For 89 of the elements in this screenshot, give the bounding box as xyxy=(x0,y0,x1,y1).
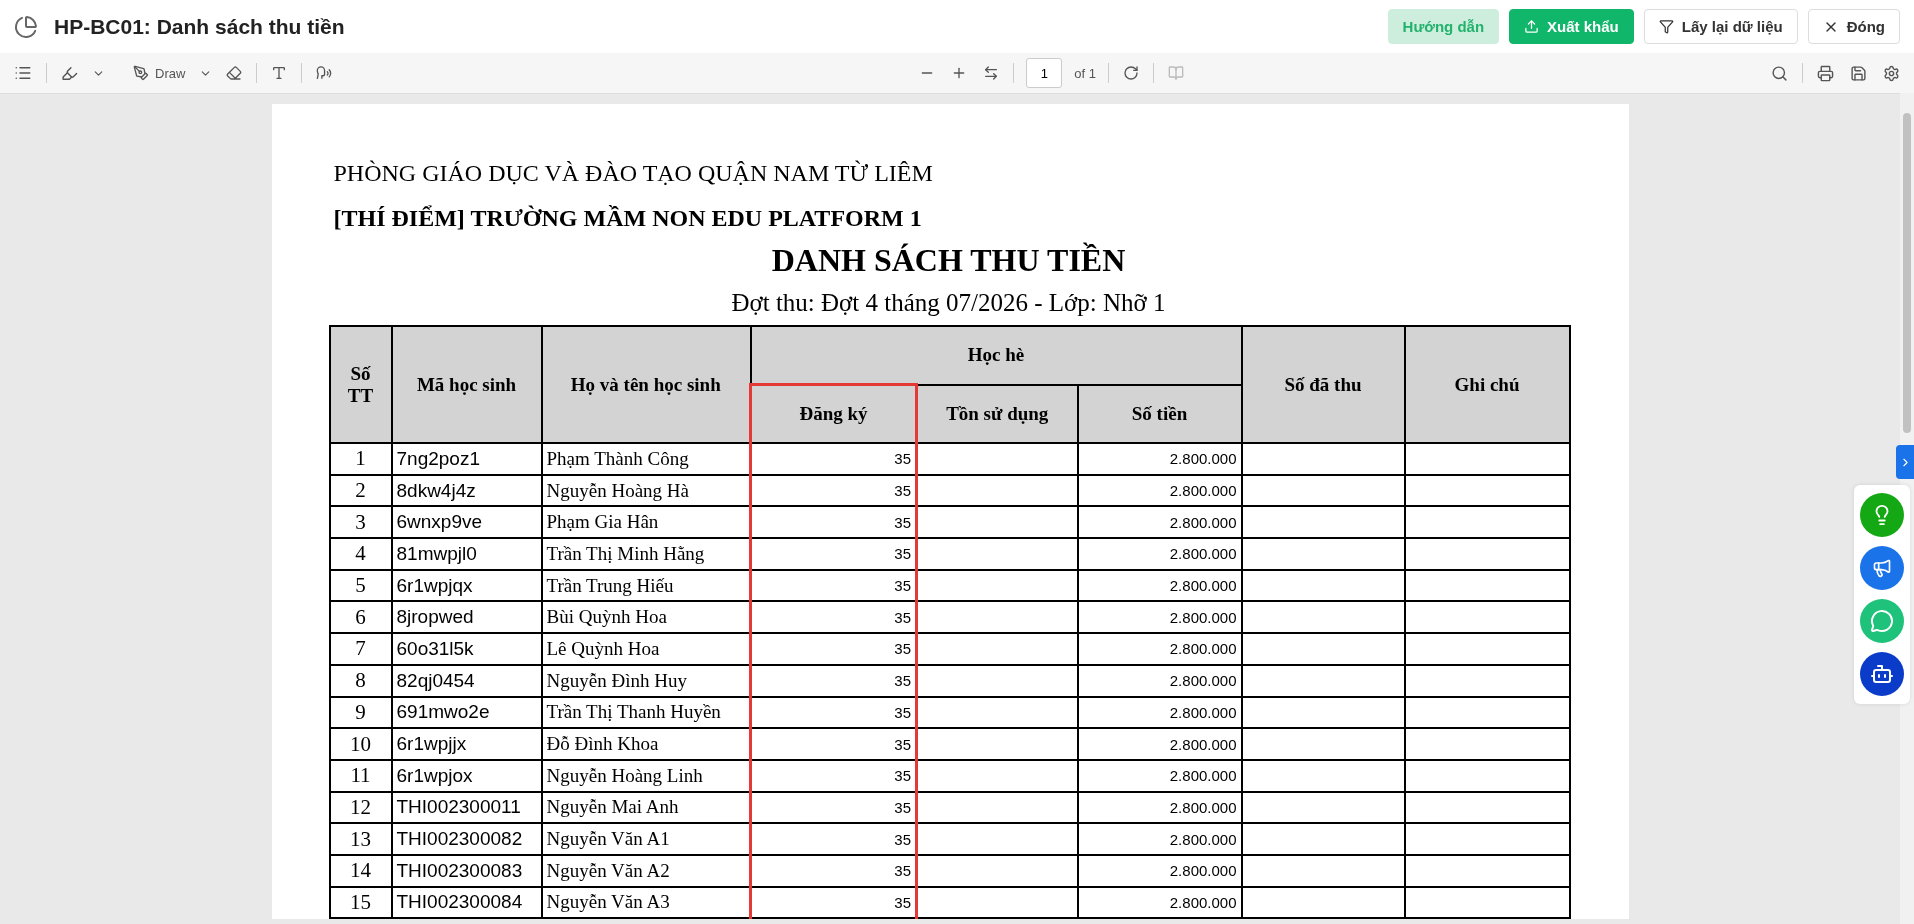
student-code-cell: THI002300082 xyxy=(391,823,542,855)
pie-chart-icon xyxy=(14,14,38,39)
index-cell: 2 xyxy=(329,474,392,507)
table-cell: 35 xyxy=(750,443,917,475)
document-heading: [THÍ ĐIỂM] TRƯỜNG MẦM NON EDU PLATFORM 1 xyxy=(332,205,923,232)
table-cell: 35 xyxy=(750,664,917,697)
student-code-cell: 691mwo2e xyxy=(391,696,542,729)
student-code-cell: 81mwpjl0 xyxy=(391,538,542,570)
index-cell: 6 xyxy=(329,601,392,634)
index-cell: 11 xyxy=(329,759,392,792)
table-cell: 35 xyxy=(750,728,917,760)
amount-cell: 2.800.000 xyxy=(1077,443,1242,475)
document-heading: DANH SÁCH THU TIỀN xyxy=(770,242,1127,279)
column-header: Mã học sinh xyxy=(391,326,542,443)
column-header: Số TT xyxy=(329,326,392,443)
index-cell: 12 xyxy=(329,791,392,824)
table-cell: 35 xyxy=(750,696,917,729)
student-code-cell: 8dkw4j4z xyxy=(391,474,542,507)
document-heading: PHÒNG GIÁO DỤC VÀ ĐÀO TẠO QUẬN NAM TỪ LIÊM xyxy=(332,160,934,187)
amount-cell: 2.800.000 xyxy=(1077,696,1242,729)
table-cell: 35 xyxy=(750,791,917,824)
student-code-cell: 8jropwed xyxy=(391,601,542,634)
table-cell: 35 xyxy=(750,538,917,570)
student-code-cell: 6wnxp9ve xyxy=(391,506,542,539)
amount-cell: 2.800.000 xyxy=(1077,728,1242,760)
megaphone-icon[interactable] xyxy=(1860,546,1904,590)
scrollbar-thumb[interactable] xyxy=(1903,113,1911,433)
amount-cell: 2.800.000 xyxy=(1077,886,1242,919)
table-cell: 35 xyxy=(750,759,917,792)
rotate-icon[interactable] xyxy=(1121,63,1141,83)
index-cell: 14 xyxy=(329,854,392,887)
index-cell: 1 xyxy=(329,443,392,475)
amount-cell: 2.800.000 xyxy=(1077,791,1242,824)
amount-cell: 2.800.000 xyxy=(1077,854,1242,887)
student-code-cell: 82qj0454 xyxy=(391,664,542,697)
column-header: Số đã thu xyxy=(1241,326,1405,443)
filter-icon xyxy=(1658,19,1674,34)
table-cell: 35 xyxy=(750,886,917,919)
index-cell: 4 xyxy=(329,538,392,570)
amount-cell: 2.800.000 xyxy=(1077,538,1242,570)
amount-cell: 2.800.000 xyxy=(1077,759,1242,792)
amount-cell: 2.800.000 xyxy=(1077,506,1242,539)
amount-cell: 2.800.000 xyxy=(1077,823,1242,855)
index-cell: 15 xyxy=(329,886,392,919)
column-header: Đăng ký xyxy=(750,384,917,443)
column-header: Ghi chú xyxy=(1404,326,1570,443)
robot-icon[interactable] xyxy=(1860,652,1904,696)
column-group-header: Học hè xyxy=(750,326,1242,385)
table-cell: 35 xyxy=(750,506,917,539)
table-cell: 35 xyxy=(750,474,917,507)
table-cell: 35 xyxy=(750,823,917,855)
index-cell: 7 xyxy=(329,633,392,665)
student-code-cell: 60o31l5k xyxy=(391,633,542,665)
student-code-cell: THI002300084 xyxy=(391,886,542,919)
document-heading: Đợt thu: Đợt 4 tháng 07/2026 - Lớp: Nhỡ 1 xyxy=(730,289,1167,317)
student-code-cell: THI002300083 xyxy=(391,854,542,887)
index-cell: 13 xyxy=(329,823,392,855)
header-button[interactable]: Lấy lại dữ liệu xyxy=(1643,9,1798,44)
amount-cell: 2.800.000 xyxy=(1077,601,1242,634)
draw-button[interactable]: Draw xyxy=(131,63,188,83)
index-cell: 9 xyxy=(329,696,392,729)
index-cell: 10 xyxy=(329,728,392,760)
student-code-cell: THI002300011 xyxy=(391,791,542,824)
column-header: Họ và tên học sinh xyxy=(541,326,751,443)
page-count: of 1 xyxy=(1074,65,1096,81)
amount-cell: 2.800.000 xyxy=(1077,474,1242,507)
column-header: Tồn sử dụng xyxy=(916,384,1078,443)
header-button[interactable]: Đóng xyxy=(1807,9,1900,44)
lightbulb-icon[interactable] xyxy=(1860,493,1904,537)
window-title: HP-BC01: Danh sách thu tiền xyxy=(54,14,346,39)
table-cell: 35 xyxy=(750,633,917,665)
column-header: Số tiền xyxy=(1077,384,1242,443)
amount-cell: 2.800.000 xyxy=(1077,569,1242,602)
student-code-cell: 6r1wpjjx xyxy=(391,728,542,760)
student-code-cell: 7ng2poz1 xyxy=(391,443,542,475)
table-cell: 35 xyxy=(750,601,917,634)
student-code-cell: 6r1wpjox xyxy=(391,759,542,792)
amount-cell: 2.800.000 xyxy=(1077,664,1242,697)
index-cell: 8 xyxy=(329,664,392,697)
index-cell: 5 xyxy=(329,569,392,602)
index-cell: 3 xyxy=(329,506,392,539)
page-number-field[interactable]: 1 xyxy=(1026,58,1063,88)
table-cell: 35 xyxy=(750,854,917,887)
collapse-panel-button[interactable] xyxy=(1896,445,1914,479)
student-code-cell: 6r1wpjqx xyxy=(391,569,542,602)
upload-icon xyxy=(1524,19,1540,34)
amount-cell: 2.800.000 xyxy=(1077,633,1242,665)
pen-icon xyxy=(133,65,149,81)
table-cell: 35 xyxy=(750,569,917,602)
